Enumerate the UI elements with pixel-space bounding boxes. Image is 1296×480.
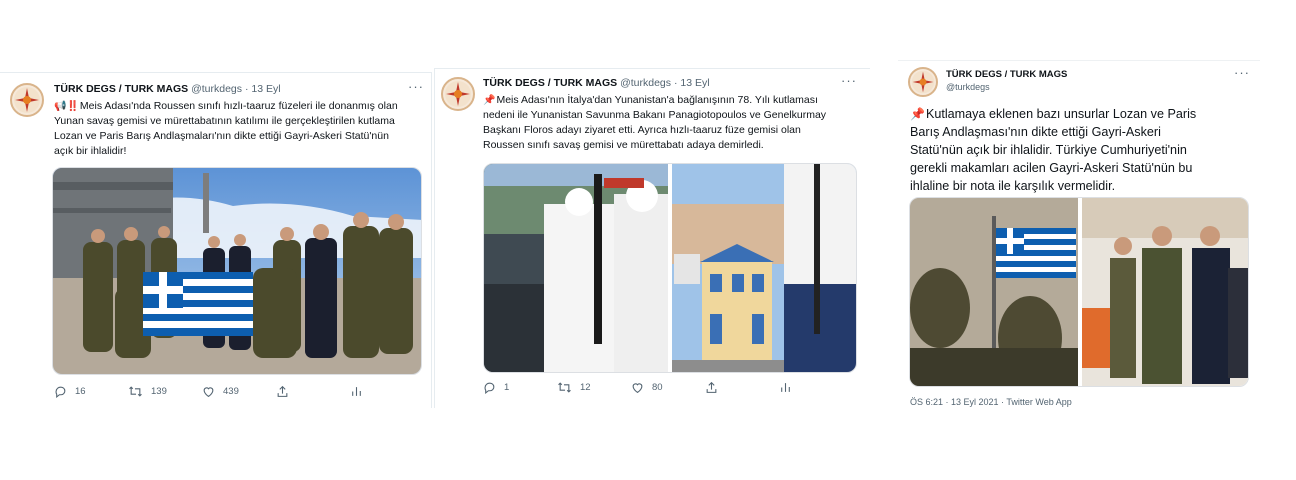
avatar[interactable] [441, 77, 475, 111]
tweet-line: Yunan savaş gemisi ve mürettabatının kat… [54, 115, 395, 127]
tweet-line: ihlaline bir nota ile karşılık vermelidi… [910, 179, 1116, 193]
like-icon [632, 383, 643, 394]
tweet-photo-grid[interactable] [483, 163, 857, 373]
share-button[interactable] [276, 385, 350, 398]
photo-flag-and-officials [910, 198, 1248, 386]
retweet-count: 12 [580, 382, 591, 393]
avatar-logo-icon [445, 81, 471, 107]
tweet-card-1[interactable]: TÜRK DEGS / TURK MAGS @turkdegs · 13 Eyl… [0, 72, 432, 408]
tweet-header: TÜRK DEGS / TURK MAGS @turkdegs · 13 Eyl [483, 77, 710, 89]
reply-icon [55, 386, 66, 398]
tweet-line: Roussen sınıfı savaş gemisi ve mürettaba… [483, 139, 764, 151]
tweet-line: Meis Adası'nda Roussen sınıfı hızlı-taar… [79, 100, 398, 112]
tweet-line: Kutlamaya eklenen bazı unsurlar Lozan ve… [925, 107, 1197, 121]
like-button[interactable]: 439 [202, 385, 276, 398]
analytics-icon [781, 383, 790, 392]
tweet-actions: 1 12 80 [483, 381, 853, 394]
retweet-button[interactable]: 12 [557, 381, 631, 394]
like-button[interactable]: 80 [631, 381, 705, 394]
like-icon [203, 387, 214, 398]
share-icon [706, 381, 717, 393]
more-icon[interactable]: ··· [841, 74, 857, 87]
tweet-line: Meis Adası'nın İtalya'dan Yunanistan'a b… [496, 94, 818, 106]
tweet-date[interactable]: 13 Eyl [251, 83, 280, 95]
author-name[interactable]: TÜRK DEGS / TURK MAGS [946, 69, 1067, 80]
share-button[interactable] [705, 381, 779, 394]
avatar-logo-icon [14, 87, 40, 113]
greek-flag [143, 272, 253, 336]
author-name[interactable]: TÜRK DEGS / TURK MAGS [483, 77, 617, 89]
photo-soldiers-with-flag [53, 168, 421, 374]
avatar[interactable] [10, 83, 44, 117]
analytics-icon [352, 387, 361, 396]
pushpin-icon: 📌 [910, 107, 925, 121]
tweet-card-2[interactable]: TÜRK DEGS / TURK MAGS @turkdegs · 13 Eyl… [434, 68, 870, 408]
pushpin-icon: 📌 [483, 95, 496, 106]
reply-icon [484, 382, 495, 394]
avatar-logo-icon [911, 70, 935, 94]
tweet-actions: 16 139 439 [54, 385, 424, 398]
tweet-line: Barış Andlaşması'nın dikte ettiği Gayri-… [910, 125, 1161, 139]
tweet-timestamp[interactable]: ÖS 6:21 · 13 Eyl 2021 · Twitter Web App [910, 397, 1072, 407]
like-count: 80 [652, 382, 663, 393]
more-icon[interactable]: ··· [1234, 66, 1250, 79]
tweet-line: Başkanı Floros adayı ziyaret etti. Ayrıc… [483, 124, 801, 136]
share-icon [277, 385, 288, 397]
tweet-line: Statü'nün açık bir ihlalidir. Türkiye Cu… [910, 143, 1187, 157]
tweet-line: açık bir ihlalidir! [54, 145, 127, 157]
like-count: 439 [223, 386, 239, 397]
megaphone-icon: 📢‼️ [54, 101, 79, 112]
separator-dot: · [244, 83, 249, 95]
tweet-photo-grid[interactable] [909, 197, 1249, 387]
reply-count: 1 [504, 382, 510, 393]
tweet-line: nedeni ile Yunanistan Savunma Bakanı Pan… [483, 109, 827, 121]
separator-dot: · [673, 77, 678, 89]
retweet-icon [129, 386, 142, 397]
tweet-text: 📢‼️Meis Adası'nda Roussen sınıfı hızlı-t… [54, 99, 426, 159]
analytics-button[interactable] [350, 385, 424, 398]
photo-flag [910, 198, 1078, 386]
more-icon[interactable]: ··· [408, 80, 424, 93]
author-handle[interactable]: @turkdegs [946, 82, 990, 92]
retweet-button[interactable]: 139 [128, 385, 202, 398]
photo-sailors [484, 164, 668, 372]
tweet-line: gerekli makamları acilen Gayri-Askeri St… [910, 161, 1193, 175]
avatar[interactable] [908, 67, 938, 97]
tweet-header: TÜRK DEGS / TURK MAGS @turkdegs · 13 Eyl [54, 83, 281, 95]
analytics-button[interactable] [779, 381, 853, 394]
retweet-count: 139 [151, 386, 167, 397]
photo-officials [1082, 198, 1248, 386]
reply-count: 16 [75, 386, 86, 397]
reply-button[interactable]: 16 [54, 385, 128, 398]
retweet-icon [558, 382, 571, 393]
tweet-text: 📌Kutlamaya eklenen bazı unsurlar Lozan v… [910, 105, 1250, 195]
author-handle[interactable]: @turkdegs [620, 77, 671, 89]
author-handle[interactable]: @turkdegs [191, 83, 242, 95]
tweet-card-3[interactable]: TÜRK DEGS / TURK MAGS @turkdegs ··· 📌Kut… [898, 60, 1260, 416]
reply-button[interactable]: 1 [483, 381, 557, 394]
tweet-photo[interactable] [52, 167, 422, 375]
author-name[interactable]: TÜRK DEGS / TURK MAGS [54, 83, 188, 95]
tweet-line: Lozan ve Paris Barış Andlaşmaları'nın di… [54, 130, 389, 142]
tweet-text: 📌Meis Adası'nın İtalya'dan Yunanistan'a … [483, 93, 859, 153]
photo-island-building [672, 164, 856, 372]
photo-sailors-and-island [484, 164, 856, 372]
tweet-date[interactable]: 13 Eyl [680, 77, 709, 89]
